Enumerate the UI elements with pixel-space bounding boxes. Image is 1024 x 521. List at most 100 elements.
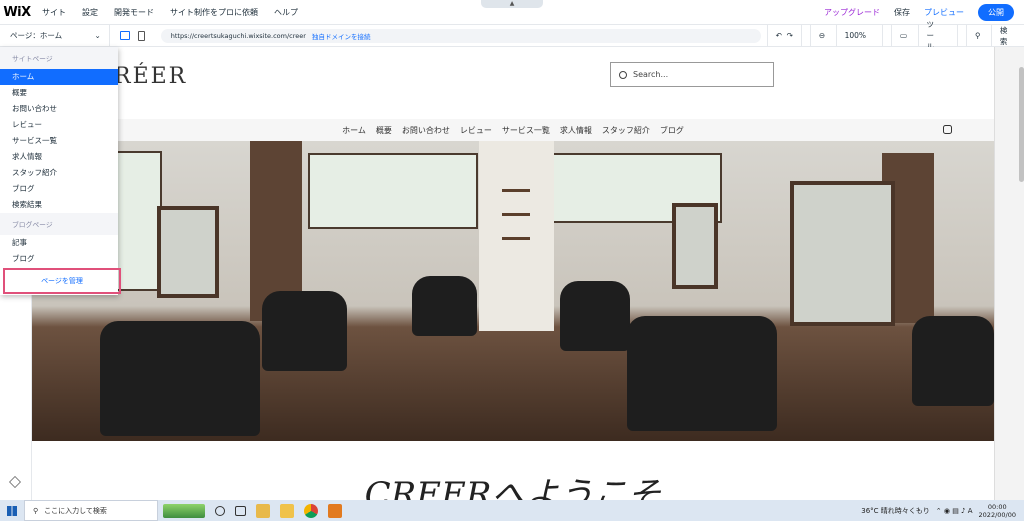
manage-pages-highlight: ページを管理 xyxy=(3,268,121,294)
nav-item-about[interactable]: 概要 xyxy=(376,125,392,136)
preview-button[interactable]: プレビュー xyxy=(924,7,964,18)
menu-settings[interactable]: 設定 xyxy=(74,7,106,18)
search-icon: ⚲ xyxy=(966,25,991,46)
pages-panel: サイトページ ホーム 概要 お問い合わせ レビュー サービス一覧 求人情報 スタ… xyxy=(0,47,121,295)
menu-site[interactable]: サイト xyxy=(34,7,74,18)
wix-logo[interactable]: WiX xyxy=(0,5,34,20)
page-selector[interactable]: ページ：ホーム ⌄ xyxy=(0,25,110,46)
nav-item-services[interactable]: サービス一覧 xyxy=(502,125,550,136)
zoom-value: 100% xyxy=(835,25,874,46)
clock-date: 2022/00/00 xyxy=(978,510,1016,519)
page-selector-label: ページ：ホーム xyxy=(10,31,63,40)
welcome-heading[interactable]: CREERへようこそ xyxy=(32,467,994,500)
instagram-icon[interactable] xyxy=(943,125,952,134)
layers-icon[interactable] xyxy=(9,476,21,488)
clock-time: 00:00 xyxy=(987,502,1007,511)
salon-chair xyxy=(100,321,260,436)
salon-mirror xyxy=(790,181,895,326)
weather-status[interactable]: 36°C 晴れ時々くもり xyxy=(861,506,930,516)
site-pages-title: サイトページ xyxy=(0,47,118,69)
page-item-staff[interactable]: スタッフ紹介 xyxy=(0,165,118,181)
search-icon xyxy=(619,70,627,79)
salon-chair xyxy=(262,291,347,371)
search-label: 検索 xyxy=(990,25,1016,46)
nav-item-staff[interactable]: スタッフ紹介 xyxy=(602,125,650,136)
scrollbar-thumb[interactable] xyxy=(1019,67,1024,182)
chevron-down-icon: ⌄ xyxy=(94,31,101,40)
editor-sub-bar: ページ：ホーム ⌄ https://creertsukaguchi.wixsit… xyxy=(0,20,1024,51)
page-item-blog[interactable]: ブログ xyxy=(0,181,118,197)
editor-canvas: RÉER Search... ホーム 概要 お問い合わせ レビュー サービス一覧… xyxy=(0,47,1024,500)
upgrade-button[interactable]: アップグレード xyxy=(824,7,880,18)
chrome-icon[interactable] xyxy=(304,503,318,518)
nav-item-blog[interactable]: ブログ xyxy=(660,125,684,136)
menu-dev-mode[interactable]: 開発モード xyxy=(106,7,162,18)
mobile-icon[interactable] xyxy=(137,30,145,41)
page-item-services[interactable]: サービス一覧 xyxy=(0,133,118,149)
page-item-contact[interactable]: お問い合わせ xyxy=(0,101,118,117)
tools-icon: ▭ xyxy=(891,25,917,46)
publish-button[interactable]: 公開 xyxy=(978,3,1014,21)
display-wall xyxy=(479,141,554,331)
site-nav-bar: ホーム 概要 お問い合わせ レビュー サービス一覧 求人情報 スタッフ紹介 ブロ… xyxy=(32,119,994,141)
zoom-control[interactable]: ⊖ 100% xyxy=(800,25,882,46)
media-player-icon[interactable] xyxy=(328,503,342,518)
editor-actions: アップグレード 保存 プレビュー 公開 xyxy=(824,3,1024,21)
salon-window xyxy=(308,153,478,229)
clock[interactable]: 00:00 2022/00/00 xyxy=(979,503,1016,519)
page-item-home[interactable]: ホーム xyxy=(0,69,118,85)
taskbar-search[interactable]: ⚲ ここに入力して検索 xyxy=(24,500,158,521)
news-thumbnail-icon[interactable] xyxy=(163,503,205,518)
editor-tools: ↶ ↷ ⊖ 100% ▭ ツール ⚲ 検索 xyxy=(766,20,1024,51)
blog-pages-title: ブログページ xyxy=(0,213,118,235)
windows-taskbar: ⚲ ここに入力して検索 36°C 晴れ時々くもり ⌃ ◉ ▤ ♪ A 00:00… xyxy=(0,500,1024,521)
tools-button[interactable]: ▭ ツール xyxy=(882,20,957,51)
site-preview: RÉER Search... ホーム 概要 お問い合わせ レビュー サービス一覧… xyxy=(32,47,994,500)
connect-domain-link[interactable]: 独自ドメインを接続 xyxy=(312,31,371,41)
save-button[interactable]: 保存 xyxy=(894,7,910,18)
task-view-icon[interactable] xyxy=(235,505,246,516)
site-url-bar[interactable]: https://creertsukaguchi.wixsite.com/cree… xyxy=(160,28,761,43)
site-logo[interactable]: RÉER xyxy=(114,64,187,89)
site-search-placeholder: Search... xyxy=(633,70,669,79)
site-scrollbar[interactable] xyxy=(994,47,1024,500)
site-url: https://creertsukaguchi.wixsite.com/cree… xyxy=(170,31,306,40)
site-search-box[interactable]: Search... xyxy=(610,62,774,87)
hero-salon-image[interactable] xyxy=(32,141,994,441)
taskbar-search-placeholder: ここに入力して検索 xyxy=(44,506,107,515)
tools-label: ツール xyxy=(917,20,949,51)
nav-item-home[interactable]: ホーム xyxy=(342,125,366,136)
menu-hire-pro[interactable]: サイト制作をプロに依頼 xyxy=(162,7,266,18)
page-item-jobs[interactable]: 求人情報 xyxy=(0,149,118,165)
page-item-blog-page[interactable]: ブログ xyxy=(0,251,118,267)
manage-pages-button[interactable]: ページを管理 xyxy=(41,276,83,286)
menu-help[interactable]: ヘルプ xyxy=(266,7,306,18)
salon-chair xyxy=(912,316,994,406)
page-item-search-results[interactable]: 検索結果 xyxy=(0,197,118,213)
page-item-reviews[interactable]: レビュー xyxy=(0,117,118,133)
undo-icon[interactable]: ↶ ↷ xyxy=(766,25,801,46)
page-item-about[interactable]: 概要 xyxy=(0,85,118,101)
desktop-icon[interactable] xyxy=(119,31,130,40)
search-icon: ⚲ xyxy=(33,506,39,515)
device-switcher xyxy=(110,25,155,46)
salon-chair xyxy=(412,276,477,336)
nav-item-contact[interactable]: お問い合わせ xyxy=(402,125,450,136)
windows-logo-icon xyxy=(7,505,17,516)
nav-item-reviews[interactable]: レビュー xyxy=(460,125,492,136)
nav-item-jobs[interactable]: 求人情報 xyxy=(560,125,592,136)
photos-app-icon[interactable] xyxy=(256,503,270,518)
start-button[interactable] xyxy=(0,500,24,521)
wall-shelf xyxy=(502,237,530,240)
file-explorer-icon[interactable] xyxy=(280,503,294,518)
search-button[interactable]: ⚲ 検索 xyxy=(957,25,1024,46)
system-tray: 36°C 晴れ時々くもり ⌃ ◉ ▤ ♪ A 00:00 2022/00/00 xyxy=(861,503,1024,519)
wall-shelf xyxy=(502,213,530,216)
salon-mirror xyxy=(157,206,219,298)
tray-icons[interactable]: ⌃ ◉ ▤ ♪ A xyxy=(936,507,973,515)
salon-mirror xyxy=(672,203,718,289)
cortana-icon[interactable] xyxy=(215,505,225,516)
salon-chair xyxy=(627,316,777,431)
collapse-toolbar-handle[interactable]: ▲ xyxy=(481,0,543,8)
page-item-post[interactable]: 記事 xyxy=(0,235,118,251)
